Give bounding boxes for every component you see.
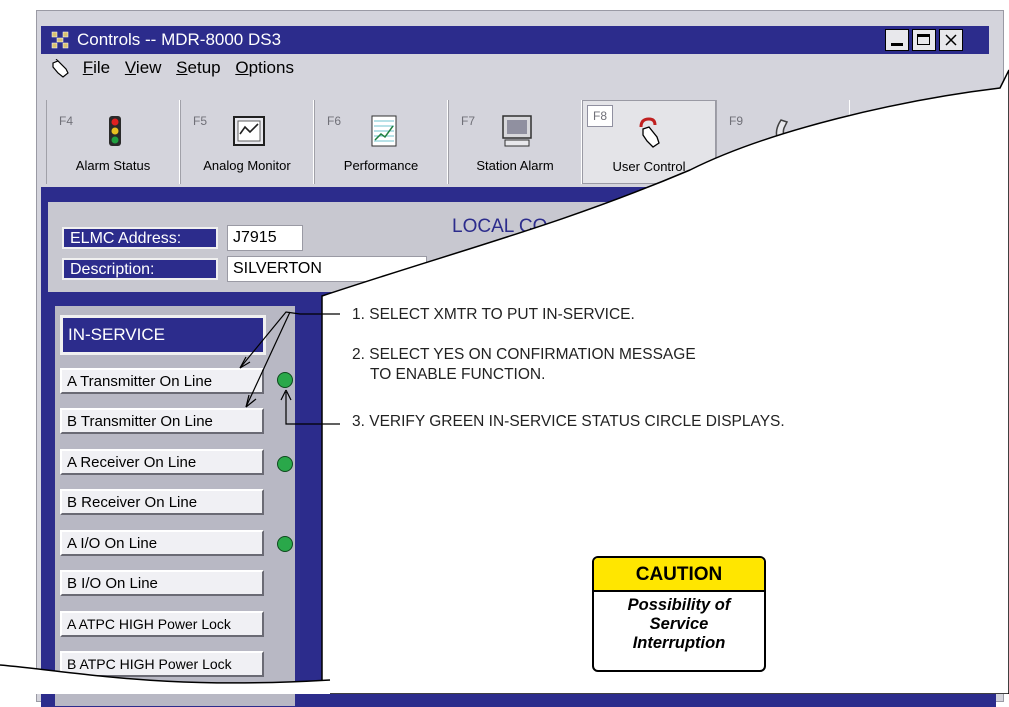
caution-box: CAUTION Possibility of Service Interrupt… <box>592 556 766 672</box>
caution-line-3: Interruption <box>632 634 726 652</box>
caution-line-2: Service <box>649 615 709 633</box>
caution-line-1: Possibility of <box>627 596 731 614</box>
instruction-step-1: 1. SELECT XMTR TO PUT IN-SERVICE. <box>352 306 635 323</box>
caution-body: Possibility of Service Interruption <box>594 592 764 653</box>
instruction-step-2: 2. SELECT YES ON CONFIRMATION MESSAGE <box>352 346 696 363</box>
instruction-step-2-continued: TO ENABLE FUNCTION. <box>370 366 546 383</box>
instruction-step-3: 3. VERIFY GREEN IN-SERVICE STATUS CIRCLE… <box>352 413 785 430</box>
caution-title: CAUTION <box>594 558 764 592</box>
